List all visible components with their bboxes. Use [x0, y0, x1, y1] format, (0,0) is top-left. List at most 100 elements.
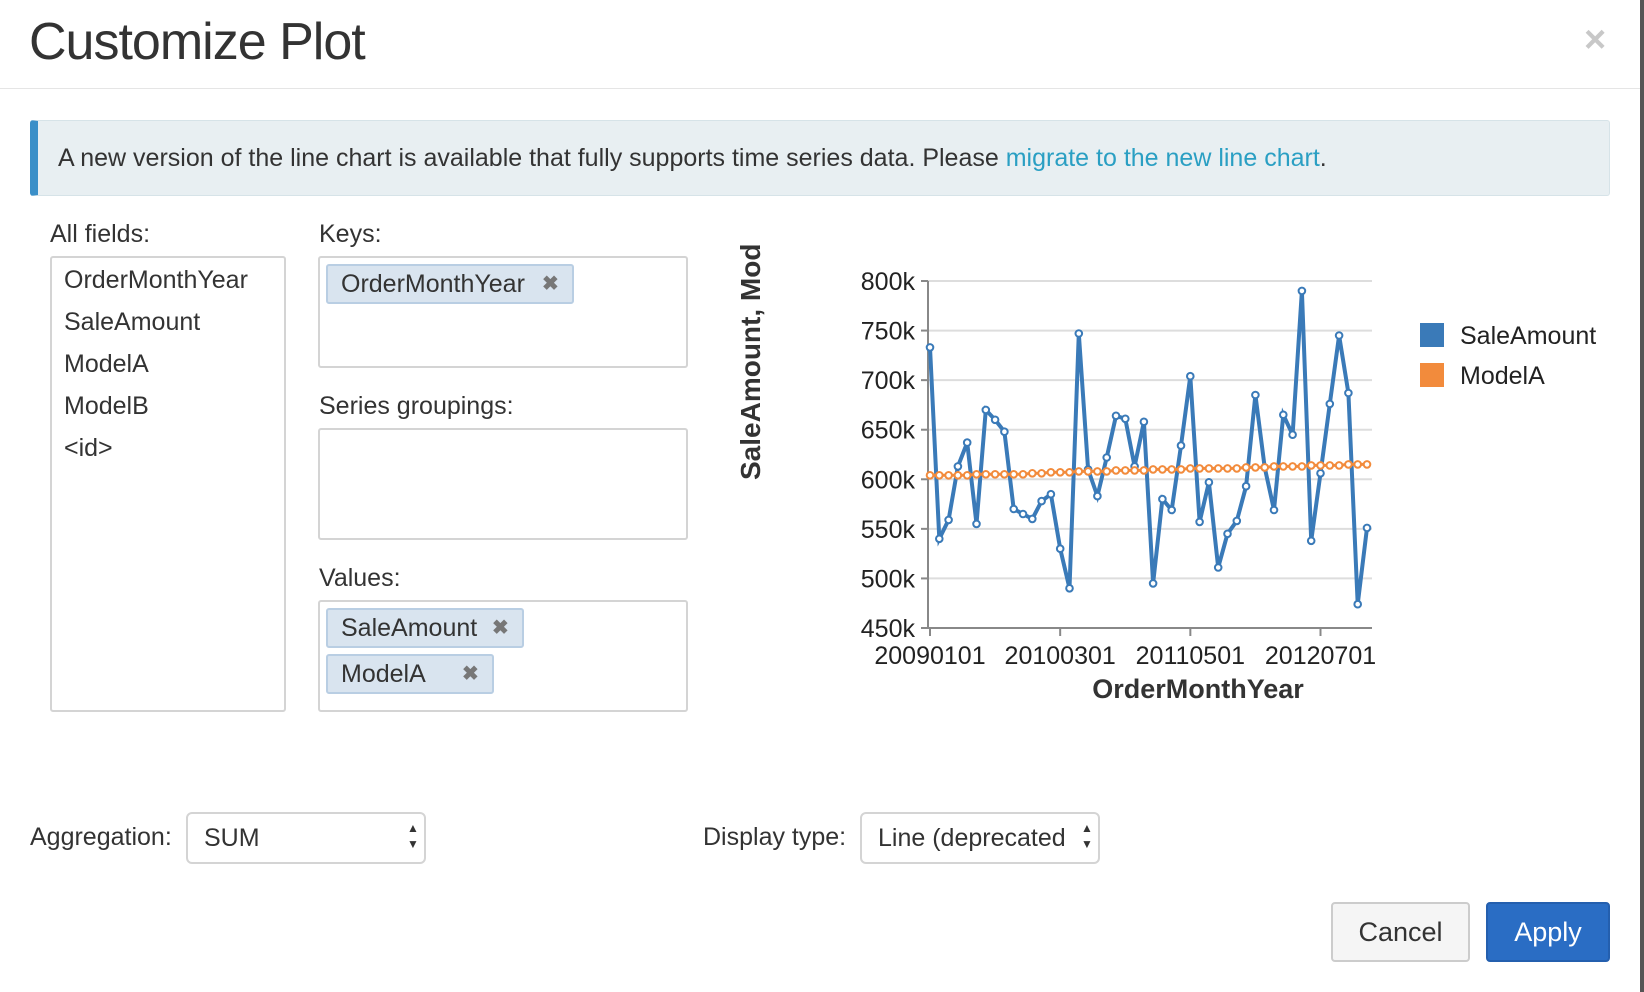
chip-label: ModelA	[341, 660, 426, 688]
chip-label: OrderMonthYear	[341, 270, 525, 298]
data-point	[1028, 514, 1037, 524]
apply-button[interactable]: Apply	[1486, 902, 1610, 962]
data-point	[1297, 462, 1307, 471]
values-label: Values:	[319, 564, 401, 592]
field-item-modela[interactable]: ModelA	[64, 350, 149, 379]
key-chip-ordermonthyear[interactable]: OrderMonthYear ✖	[326, 264, 574, 304]
data-point	[1074, 467, 1084, 476]
remove-icon[interactable]: ✖	[542, 266, 559, 302]
legend-swatch	[1420, 363, 1444, 387]
data-point	[1353, 460, 1363, 469]
data-point	[1306, 536, 1316, 546]
data-point	[1065, 584, 1074, 593]
series-groupings-dropzone[interactable]	[318, 428, 688, 540]
data-point	[1139, 417, 1149, 427]
data-point	[1251, 390, 1260, 400]
data-point	[1362, 523, 1372, 533]
data-point	[1083, 467, 1093, 476]
field-item-ordermonthyear[interactable]: OrderMonthYear	[64, 266, 248, 295]
data-point	[1325, 399, 1335, 409]
data-point	[944, 515, 953, 525]
data-point	[1334, 461, 1344, 470]
y-tick-label: 600k	[861, 466, 916, 494]
y-tick-label: 450k	[861, 615, 916, 643]
data-point	[1037, 469, 1046, 478]
x-axis: 20090101 20100301 20110501 20120701	[874, 627, 1376, 670]
data-point	[925, 343, 935, 352]
data-point	[1288, 462, 1297, 471]
data-point	[1241, 481, 1251, 491]
data-point	[1316, 469, 1325, 478]
data-point	[1055, 544, 1065, 554]
all-fields-label: All fields:	[50, 220, 151, 248]
x-tick-label: 20090101	[874, 642, 985, 670]
data-point	[1279, 462, 1288, 471]
cancel-button[interactable]: Cancel	[1331, 902, 1470, 962]
data-point	[1055, 468, 1065, 477]
data-point	[944, 471, 953, 480]
data-point	[1204, 464, 1214, 473]
display-type-select[interactable]: Line (deprecated ▲ ▼	[860, 812, 1100, 864]
data-point	[1009, 504, 1019, 514]
series-saleamount	[925, 286, 1372, 609]
data-point	[1158, 494, 1167, 504]
x-tick-label: 20120701	[1265, 642, 1376, 670]
value-chip-saleamount[interactable]: SaleAmount ✖	[326, 608, 524, 648]
chip-label: SaleAmount	[341, 614, 478, 642]
data-point	[1316, 461, 1325, 470]
migrate-link[interactable]: migrate to the new line chart	[1006, 144, 1320, 172]
field-item-saleamount[interactable]: SaleAmount	[64, 308, 200, 337]
data-point	[1213, 563, 1223, 572]
data-point	[1102, 453, 1112, 462]
data-point	[1344, 388, 1353, 398]
field-item-id[interactable]: <id>	[64, 434, 113, 463]
data-point	[1093, 491, 1102, 501]
alert-suffix: .	[1319, 144, 1327, 172]
data-point	[1186, 371, 1195, 381]
remove-icon[interactable]: ✖	[462, 656, 479, 692]
data-point	[1195, 464, 1204, 473]
legend: SaleAmount ModelA	[1420, 322, 1596, 390]
data-point	[981, 470, 991, 479]
keys-dropzone[interactable]: OrderMonthYear ✖	[318, 256, 688, 368]
data-point	[1028, 469, 1037, 478]
data-point	[1046, 489, 1056, 499]
close-icon[interactable]: ×	[1584, 18, 1606, 62]
value-chip-modela[interactable]: ModelA ✖	[326, 654, 494, 694]
field-item-modelb[interactable]: ModelB	[64, 392, 149, 421]
data-point	[925, 471, 935, 480]
remove-icon[interactable]: ✖	[492, 610, 509, 646]
data-point	[1111, 411, 1121, 421]
data-point	[1223, 464, 1232, 473]
data-point	[981, 405, 991, 415]
data-point	[972, 519, 981, 529]
legend-swatch	[1420, 323, 1444, 347]
data-point	[935, 471, 944, 480]
data-point	[1046, 468, 1056, 477]
data-point	[990, 470, 1000, 479]
keys-label: Keys:	[319, 220, 382, 248]
data-point	[1223, 529, 1232, 539]
dialog-title: Customize Plot	[29, 13, 366, 71]
y-tick-label: 650k	[861, 417, 916, 445]
data-point	[1121, 466, 1130, 475]
data-point	[1344, 460, 1353, 469]
data-point	[1232, 464, 1242, 473]
data-point	[1148, 579, 1158, 588]
data-point	[962, 438, 972, 447]
y-axis-label: SaleAmount, Mod	[735, 244, 766, 480]
values-dropzone[interactable]: SaleAmount ✖ ModelA ✖	[318, 600, 688, 712]
data-point	[1102, 467, 1112, 476]
data-point	[1000, 427, 1009, 436]
x-tick-label: 20100301	[1005, 642, 1116, 670]
data-point	[1093, 467, 1102, 476]
data-point	[1195, 517, 1204, 527]
y-tick-label: 750k	[861, 318, 916, 346]
aggregation-select[interactable]: SUM ▲ ▼	[186, 812, 426, 864]
data-point	[1074, 329, 1084, 338]
data-point	[1018, 470, 1028, 479]
display-type-label: Display type:	[703, 823, 847, 851]
data-point	[1269, 505, 1279, 515]
data-point	[1130, 466, 1139, 475]
all-fields-list[interactable]: OrderMonthYear SaleAmount ModelA ModelB …	[50, 256, 286, 712]
